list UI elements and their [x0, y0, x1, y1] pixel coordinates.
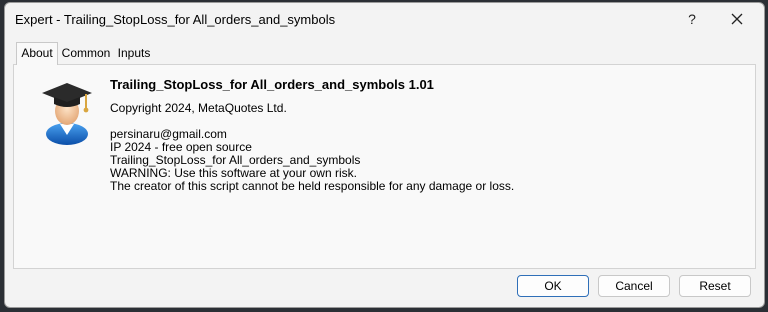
- copyright-text: Copyright 2024, MetaQuotes Ltd.: [110, 101, 287, 115]
- info-line: The creator of this script cannot be hel…: [110, 179, 515, 193]
- title-bar[interactable]: Expert - Trailing_StopLoss_for All_order…: [5, 3, 764, 35]
- tab-inputs[interactable]: Inputs: [115, 43, 153, 64]
- cancel-button[interactable]: Cancel: [598, 275, 670, 297]
- expert-properties-dialog: Expert - Trailing_StopLoss_for All_order…: [4, 2, 765, 308]
- about-panel: Trailing_StopLoss_for All_orders_and_sym…: [13, 64, 756, 269]
- graduate-user-icon: [40, 79, 94, 145]
- tab-common[interactable]: Common: [61, 43, 111, 64]
- window-title: Expert - Trailing_StopLoss_for All_order…: [15, 12, 336, 27]
- ok-button[interactable]: OK: [517, 275, 589, 297]
- expert-name: Trailing_StopLoss_for All_orders_and_sym…: [110, 77, 434, 92]
- reset-button[interactable]: Reset: [679, 275, 751, 297]
- tab-about[interactable]: About: [16, 42, 58, 65]
- expert-info: Trailing_StopLoss_for All_orders_and_sym…: [110, 77, 514, 193]
- close-icon: [731, 13, 743, 25]
- close-button[interactable]: [722, 7, 752, 31]
- help-button[interactable]: ?: [677, 7, 707, 31]
